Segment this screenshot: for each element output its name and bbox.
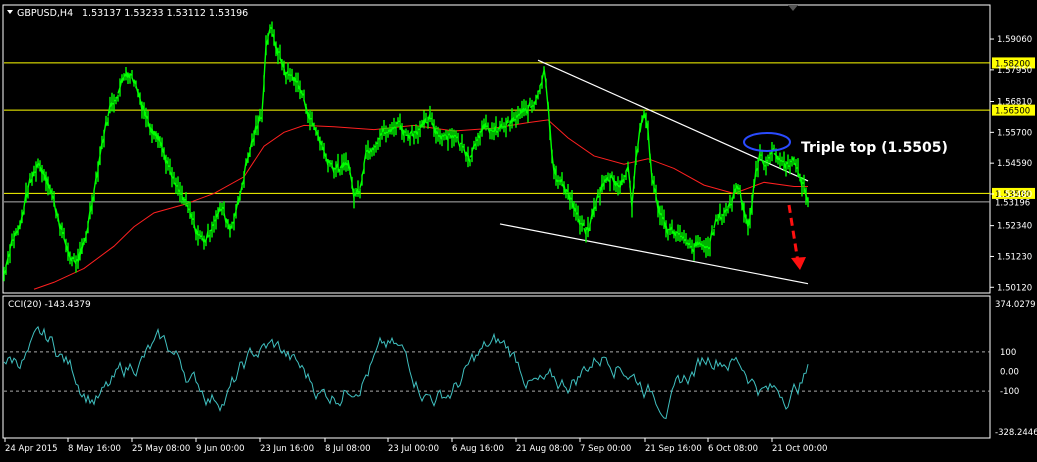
cci-tick-label-4: -328.2446 bbox=[995, 428, 1037, 438]
chart-background bbox=[0, 0, 1037, 458]
ohlc-values: 1.53137 1.53233 1.53112 1.53196 bbox=[82, 8, 248, 19]
cci-tick-label-2: 0.00 bbox=[1000, 367, 1019, 377]
trading-chart[interactable]: 1.582001.565001.535001.53196 1.590601.57… bbox=[0, 0, 1037, 458]
time-tick-label-6: 23 Jul 00:00 bbox=[388, 444, 439, 454]
time-tick-label-11: 6 Oct 08:00 bbox=[708, 444, 758, 454]
time-tick-label-5: 8 Jul 08:00 bbox=[325, 444, 371, 454]
price-tick-label-8: 1.50120 bbox=[997, 283, 1032, 293]
time-tick-label-9: 7 Sep 00:00 bbox=[580, 444, 631, 454]
price-y-axis: 1.59060 1.57950 1.56810 1.55700 1.54590 1.534… bbox=[990, 35, 1032, 293]
time-tick-label-4: 23 Jun 16:00 bbox=[260, 444, 314, 454]
time-tick-label-8: 21 Aug 08:00 bbox=[516, 444, 573, 454]
time-tick-label-2: 25 May 08:00 bbox=[132, 444, 190, 454]
cci-tick-label-3: -100 bbox=[1000, 387, 1019, 397]
time-tick-label-1: 8 May 16:00 bbox=[68, 444, 121, 454]
chart-window: 1.58200 1.56500 1.53500 1.53196 1.59060 1.57… bbox=[0, 0, 1037, 458]
symbol-timeframe: GBPUSD,H4 bbox=[17, 8, 73, 19]
cci-label: CCI(20) -143.4379 bbox=[8, 300, 91, 310]
price-tick-label-2: 1.56810 bbox=[997, 98, 1032, 108]
cci-tick-label-0: 374.0279 bbox=[995, 300, 1036, 310]
price-tick-label-5: 1.53480 bbox=[997, 190, 1032, 200]
time-tick-label-7: 6 Aug 16:00 bbox=[452, 444, 504, 454]
price-tick-label-0: 1.59060 bbox=[997, 35, 1032, 45]
time-tick-label-3: 9 Jun 00:00 bbox=[196, 444, 245, 454]
time-tick-label-10: 21 Sep 16:00 bbox=[645, 444, 702, 454]
price-tick-label-3: 1.55700 bbox=[997, 128, 1032, 138]
time-tick-label-12: 21 Oct 00:00 bbox=[772, 444, 827, 454]
price-tick-label-4: 1.54590 bbox=[997, 159, 1032, 169]
price-tick-label-7: 1.51230 bbox=[997, 252, 1032, 262]
cci-tick-label-1: 100 bbox=[1000, 348, 1016, 358]
time-tick-label-0: 24 Apr 2015 bbox=[5, 444, 58, 454]
level-label-1: 1.56500 bbox=[995, 107, 1030, 117]
triple-top-annotation: Triple top (1.5505) bbox=[801, 140, 948, 156]
price-tick-label-6: 1.52340 bbox=[997, 222, 1032, 232]
price-tick-label-1: 1.57950 bbox=[997, 66, 1032, 76]
